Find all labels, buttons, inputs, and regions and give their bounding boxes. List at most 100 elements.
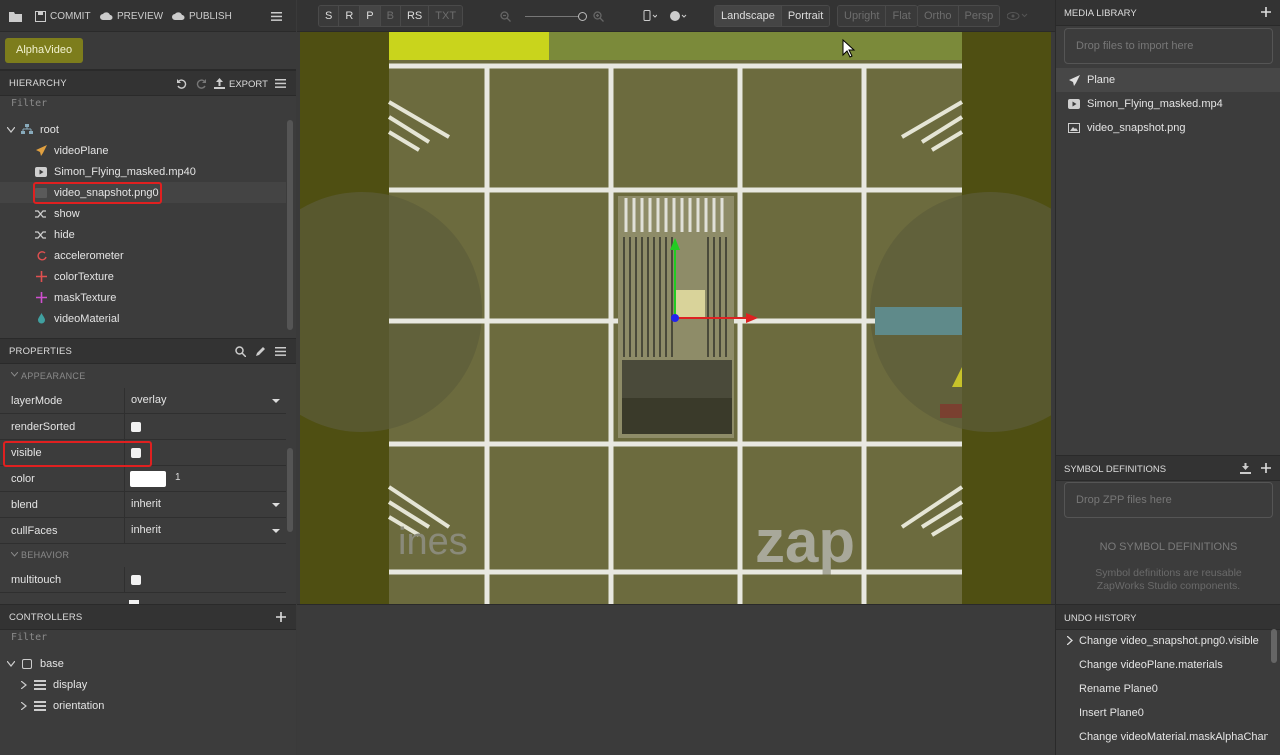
3d-viewport[interactable]: ines zap [300, 32, 1051, 604]
folder-button[interactable] [9, 0, 22, 32]
zoom-slider-handle[interactable] [578, 12, 587, 21]
undo-item[interactable]: Change videoPlane.materials [1056, 653, 1268, 677]
chevron-right-icon [21, 701, 27, 710]
rotate-button[interactable]: R [339, 6, 361, 26]
globe-icon[interactable] [669, 10, 687, 22]
export-button[interactable]: EXPORT [229, 79, 268, 90]
transform-mode-group: S R P B RS TXT [318, 5, 464, 27]
hierarchy-scrollbar[interactable] [287, 120, 293, 330]
behavior-section-label: BEHAVIOR [21, 550, 70, 560]
tree-item-videoplane[interactable]: videoPlane [0, 140, 286, 161]
tree-item-masktexture[interactable]: maskTexture [0, 287, 286, 308]
tree-item-label: hide [54, 228, 75, 241]
layermode-select[interactable]: overlay [124, 388, 286, 413]
persp-button[interactable]: Persp [958, 6, 1000, 26]
undo-item[interactable]: Change video_snapshot.png0.visible [1056, 629, 1268, 653]
layermode-value: overlay [131, 394, 167, 406]
controller-display[interactable]: display [0, 674, 286, 695]
rendersorted-checkbox[interactable] [131, 422, 141, 432]
cullfaces-select[interactable]: inherit [124, 518, 286, 543]
prop-label: renderSorted [11, 421, 76, 433]
properties-header: PROPERTIES [0, 338, 296, 364]
blend-select[interactable]: inherit [124, 492, 286, 517]
color-swatch[interactable] [130, 471, 166, 487]
controller-label: orientation [53, 699, 105, 712]
multitouch-checkbox[interactable] [131, 575, 141, 585]
search-icon[interactable] [235, 346, 246, 357]
bounds-button[interactable]: B [380, 6, 401, 26]
plus-icon[interactable] [1261, 463, 1271, 473]
undo-item[interactable]: Insert Plane0 [1056, 701, 1268, 725]
publish-button[interactable]: PUBLISH [172, 0, 232, 32]
media-item-image[interactable]: video_snapshot.png [1056, 116, 1280, 140]
chevron-down-icon[interactable] [11, 552, 18, 557]
zoom-out-icon[interactable] [500, 11, 511, 22]
undo-scrollbar[interactable] [1271, 629, 1277, 663]
controllers-filter-input[interactable]: Filter [0, 628, 294, 648]
zoom-slider-track[interactable] [525, 16, 581, 17]
txt-button[interactable]: TXT [429, 6, 463, 26]
folder-icon [9, 11, 22, 22]
media-drop-zone[interactable]: Drop files to import here [1064, 28, 1273, 64]
undo-item[interactable]: Change videoMaterial.maskAlphaChannel [1056, 725, 1268, 749]
prop-label: layerMode [11, 395, 63, 407]
commit-button[interactable]: COMMIT [35, 0, 91, 32]
undo-icon[interactable] [176, 78, 187, 89]
download-icon[interactable] [1240, 463, 1251, 474]
position-button[interactable]: P [360, 6, 381, 26]
shuffle-icon [34, 228, 48, 242]
video-icon [1067, 97, 1081, 111]
chevron-down-icon [7, 126, 15, 133]
color-alpha-value[interactable]: 1 [175, 472, 181, 483]
controller-base[interactable]: base [0, 653, 286, 674]
properties-menu-icon[interactable] [275, 347, 286, 356]
cloud-upload-icon [100, 12, 113, 20]
tree-item-video[interactable]: Simon_Flying_masked.mp40 [0, 161, 286, 182]
drop-icon [34, 312, 48, 326]
flat-button[interactable]: Flat [886, 6, 917, 26]
hierarchy-filter-input[interactable]: Filter [0, 94, 294, 114]
export-icon[interactable] [214, 78, 225, 89]
tree-item-accelerometer[interactable]: accelerometer [0, 245, 286, 266]
preview-button[interactable]: PREVIEW [100, 0, 163, 32]
plus-icon[interactable] [276, 612, 286, 622]
portrait-button[interactable]: Portrait [781, 6, 830, 26]
menu-button[interactable] [271, 0, 282, 32]
plus-icon[interactable] [1261, 7, 1271, 17]
viewport-toolbar: S R P B RS TXT Landscape Portrait Uprigh… [297, 0, 1055, 32]
undo-item[interactable]: Rename Plane0 [1056, 677, 1268, 701]
properties-title: PROPERTIES [9, 346, 73, 357]
eye-icon[interactable] [1007, 11, 1029, 21]
tree-item-videomaterial[interactable]: videoMaterial [0, 308, 286, 329]
upright-button[interactable]: Upright [838, 6, 887, 26]
tree-root-label: root [40, 123, 59, 136]
project-button[interactable]: AlphaVideo [5, 38, 84, 63]
redo-icon[interactable] [196, 78, 207, 89]
media-item-plane[interactable]: Plane [1056, 68, 1280, 92]
tree-item-colortexture[interactable]: colorTexture [0, 266, 286, 287]
undo-history-header: UNDO HISTORY [1056, 604, 1280, 630]
hierarchy-menu-icon[interactable] [275, 79, 286, 88]
ortho-button[interactable]: Ortho [918, 6, 959, 26]
rs-button[interactable]: RS [400, 6, 430, 26]
properties-scrollbar[interactable] [287, 448, 293, 532]
tree-item-show[interactable]: show [0, 203, 286, 224]
media-item-video[interactable]: Simon_Flying_masked.mp4 [1056, 92, 1280, 116]
scale-button[interactable]: S [319, 6, 340, 26]
device-icon[interactable] [643, 10, 657, 22]
tree-item-hide[interactable]: hide [0, 224, 286, 245]
highlight-box-snapshot [33, 182, 162, 204]
caret-down-icon [272, 399, 280, 403]
landscape-button[interactable]: Landscape [715, 6, 782, 26]
projection-group: Ortho Persp [917, 5, 1001, 27]
zoom-in-icon[interactable] [593, 11, 604, 22]
controller-orientation[interactable]: orientation [0, 695, 286, 716]
symbol-drop-zone[interactable]: Drop ZPP files here [1064, 482, 1273, 518]
highlight-box-visible [3, 441, 152, 467]
symbol-definitions-title: SYMBOL DEFINITIONS [1064, 464, 1167, 475]
pencil-icon[interactable] [255, 346, 266, 357]
chevron-down-icon[interactable] [11, 372, 18, 377]
tree-root[interactable]: root [0, 119, 286, 140]
move-icon [34, 291, 48, 305]
media-item-label: Simon_Flying_masked.mp4 [1087, 98, 1223, 110]
